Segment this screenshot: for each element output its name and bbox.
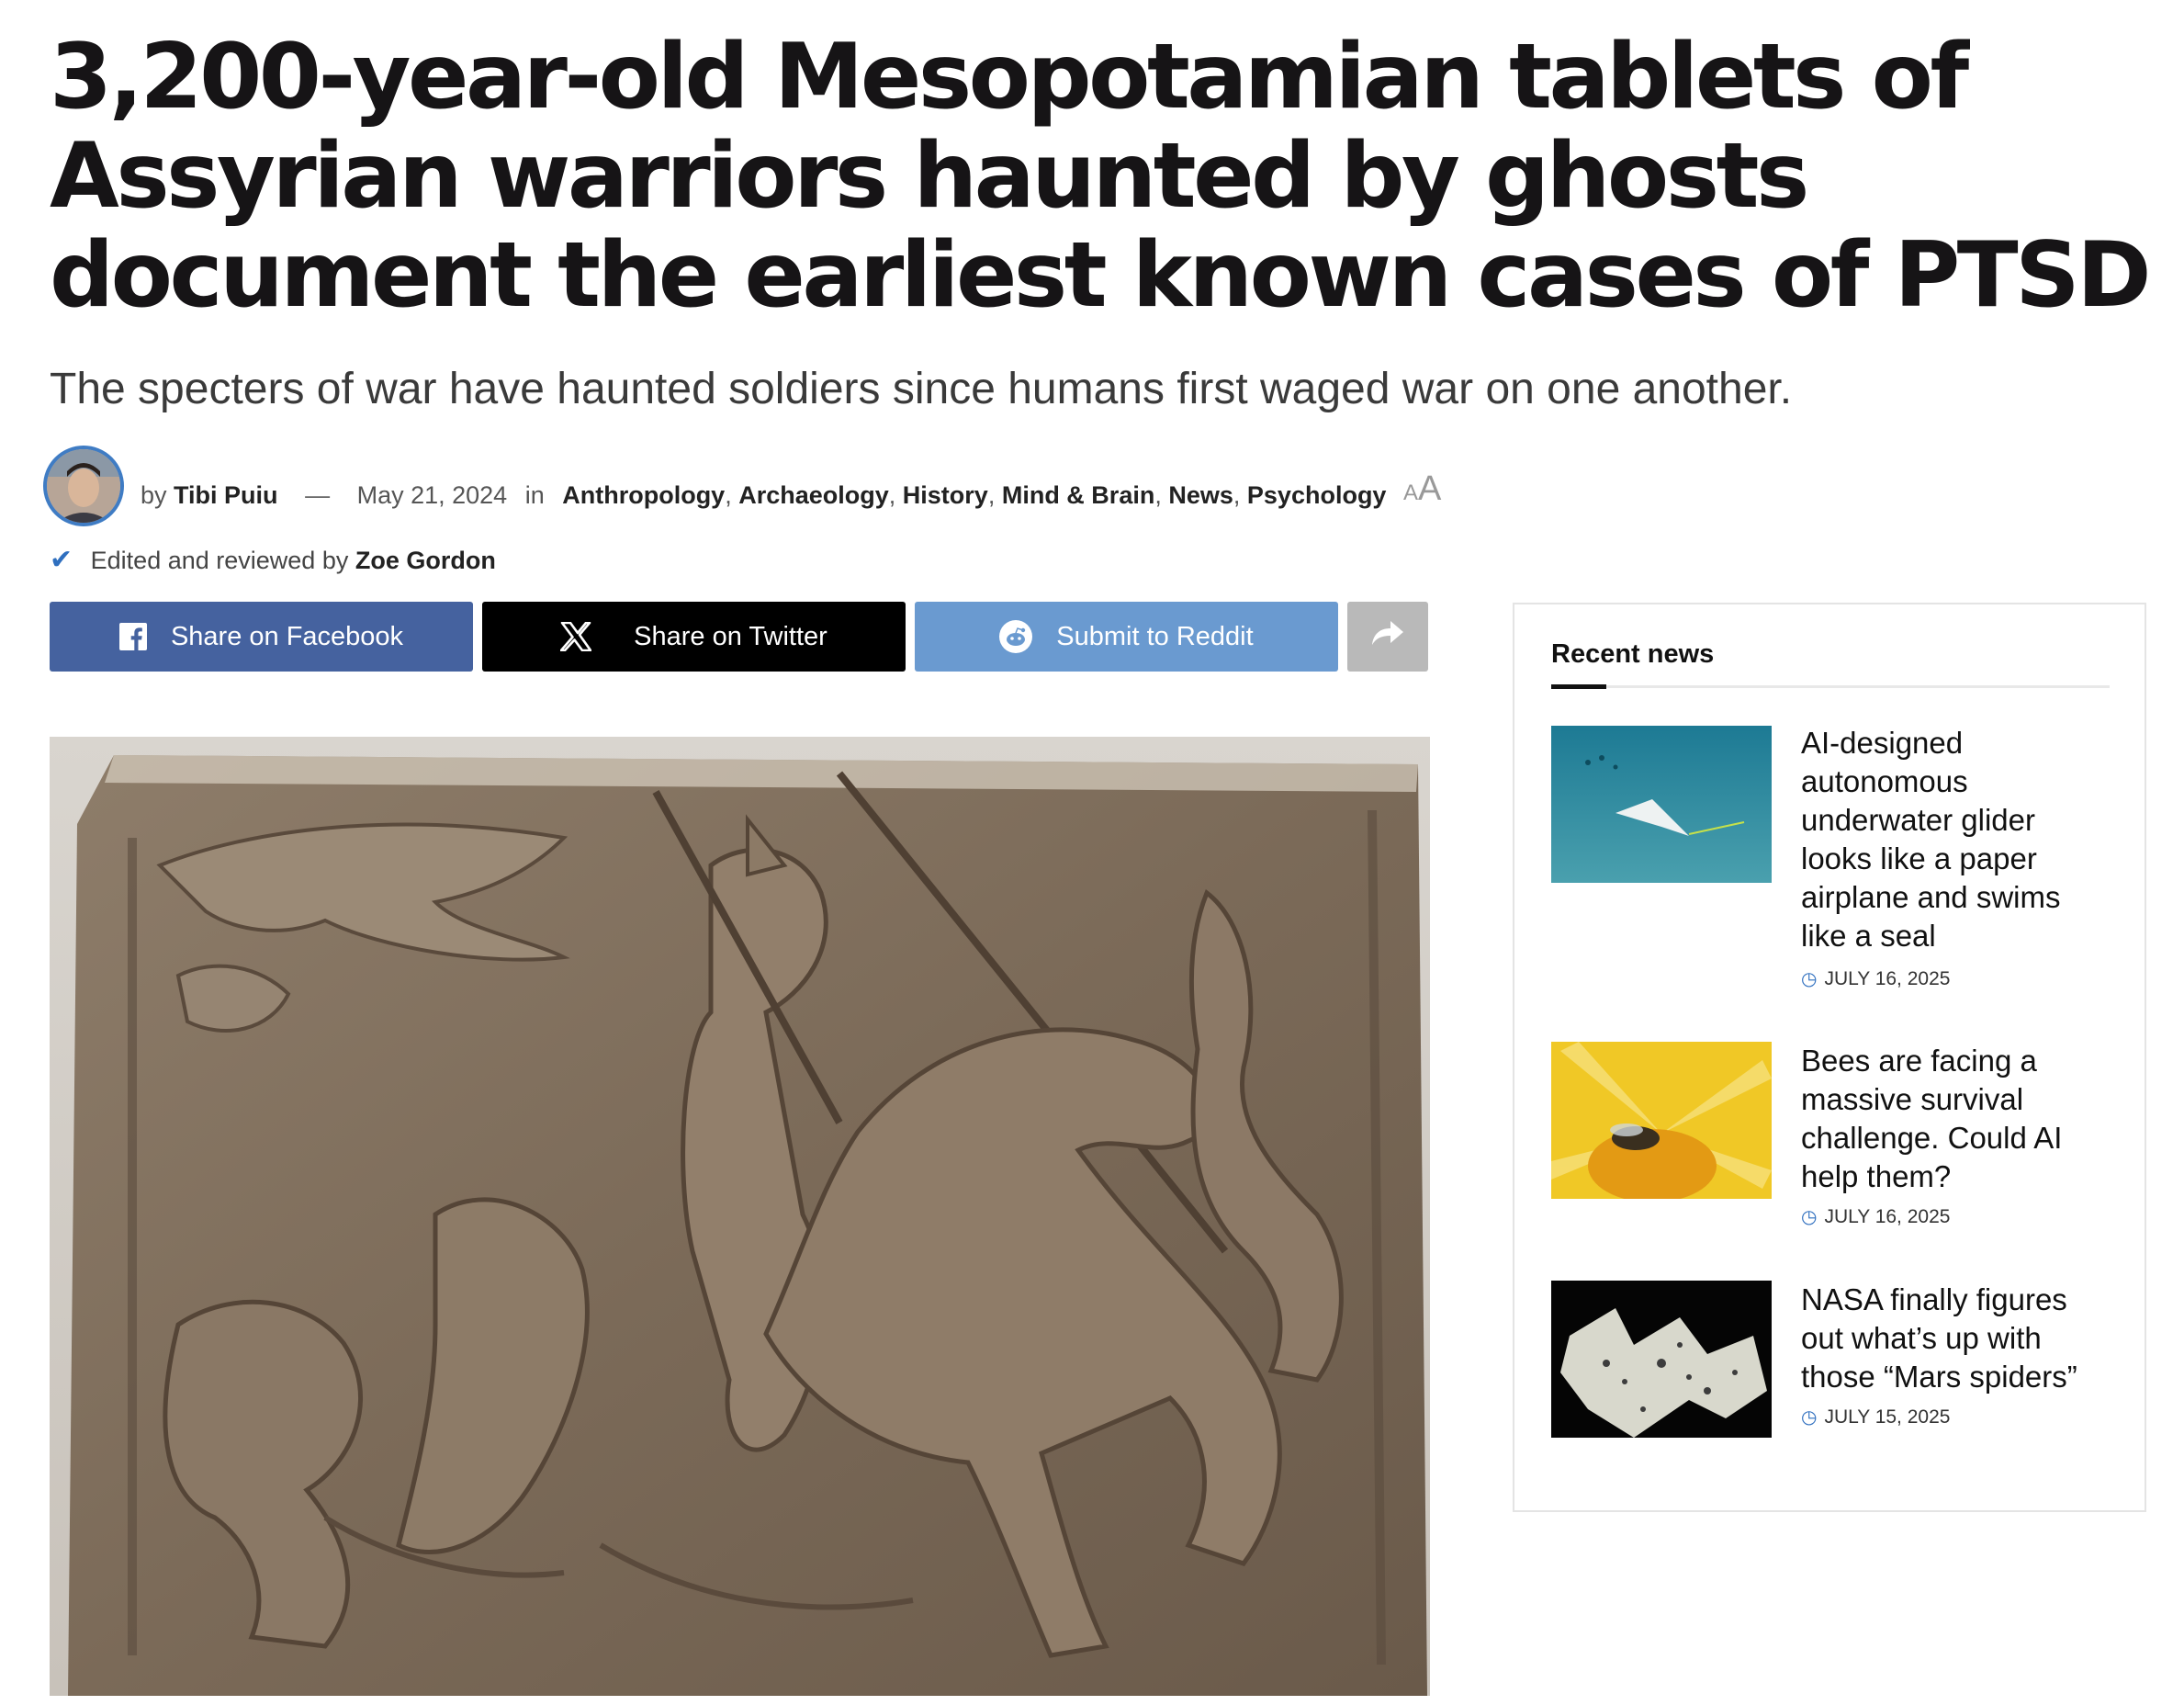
category-link-anthropology[interactable]: Anthropology bbox=[562, 481, 725, 509]
category-link-archaeology[interactable]: Archaeology bbox=[738, 481, 889, 509]
category-link-news[interactable]: News bbox=[1168, 481, 1233, 509]
reviewed-label: Edited and reviewed by bbox=[90, 547, 349, 574]
clock-icon: ◷ bbox=[1801, 1207, 1818, 1227]
recent-news-widget: Recent news AI-designed autonomous under… bbox=[1513, 603, 2146, 1512]
share-facebook-label: Share on Facebook bbox=[170, 621, 404, 651]
more-share-button[interactable] bbox=[1347, 602, 1428, 672]
share-twitter-label: Share on Twitter bbox=[634, 621, 827, 651]
share-twitter-button[interactable]: Share on Twitter bbox=[482, 602, 906, 672]
author-link[interactable]: Tibi Puiu bbox=[174, 481, 278, 509]
heading-divider bbox=[1551, 685, 2110, 688]
submit-reddit-label: Submit to Reddit bbox=[1056, 621, 1254, 651]
news-title-link[interactable]: Bees are facing a massive survival chall… bbox=[1801, 1042, 2104, 1196]
font-size-large-icon: A bbox=[1418, 469, 1442, 508]
news-date: ◷ JULY 16, 2025 bbox=[1801, 965, 1950, 993]
category-comma: , bbox=[1233, 481, 1247, 509]
in-label: in bbox=[524, 481, 545, 509]
submit-reddit-button[interactable]: Submit to Reddit bbox=[915, 602, 1338, 672]
meta-separator: — bbox=[305, 481, 331, 509]
news-title-link[interactable]: NASA finally figures out what’s up with … bbox=[1801, 1281, 2104, 1396]
heading-divider-accent bbox=[1551, 684, 1606, 689]
category-link-mind-brain[interactable]: Mind & Brain bbox=[1002, 481, 1155, 509]
editorial-review-note: ✔ Edited and reviewed by Zoe Gordon bbox=[50, 542, 496, 579]
by-label: by bbox=[141, 481, 167, 509]
news-thumbnail-glider[interactable] bbox=[1551, 726, 1772, 883]
x-logo-icon bbox=[560, 622, 592, 651]
news-date-text: JULY 16, 2025 bbox=[1824, 968, 1951, 989]
news-date: ◷ JULY 16, 2025 bbox=[1801, 1203, 1950, 1231]
news-date: ◷ JULY 15, 2025 bbox=[1801, 1404, 1950, 1431]
news-thumbnail-bee[interactable] bbox=[1551, 1042, 1772, 1199]
font-size-toggle[interactable]: AA bbox=[1403, 469, 1441, 514]
category-list: Anthropology, Archaeology, History, Mind… bbox=[562, 481, 1386, 509]
author-avatar[interactable] bbox=[43, 446, 124, 526]
news-thumbnail-mars[interactable] bbox=[1551, 1281, 1772, 1438]
news-title-link[interactable]: AI-designed autonomous underwater glider… bbox=[1801, 724, 2104, 955]
reddit-icon bbox=[999, 620, 1033, 653]
news-date-text: JULY 16, 2025 bbox=[1824, 1206, 1951, 1227]
category-comma: , bbox=[1154, 481, 1169, 509]
facebook-icon bbox=[118, 623, 147, 650]
share-arrow-icon bbox=[1370, 619, 1405, 654]
clock-icon: ◷ bbox=[1801, 969, 1818, 989]
checkmark-icon: ✔ bbox=[50, 545, 73, 575]
article-subtitle: The specters of war have haunted soldier… bbox=[50, 365, 1793, 413]
clock-icon: ◷ bbox=[1801, 1407, 1818, 1428]
category-link-psychology[interactable]: Psychology bbox=[1247, 481, 1387, 509]
category-comma: , bbox=[725, 481, 739, 509]
article-meta: by Tibi Puiu — May 21, 2024 in Anthropol… bbox=[141, 477, 1386, 514]
news-date-text: JULY 15, 2025 bbox=[1824, 1406, 1951, 1428]
publish-date: May 21, 2024 bbox=[356, 481, 508, 509]
article-headline: 3,200-year-old Mesopotamian tablets of A… bbox=[50, 25, 2152, 328]
share-facebook-button[interactable]: Share on Facebook bbox=[50, 602, 473, 672]
category-comma: , bbox=[888, 481, 903, 509]
article-hero-image bbox=[50, 737, 1430, 1696]
category-link-history[interactable]: History bbox=[903, 481, 988, 509]
reviewer-name[interactable]: Zoe Gordon bbox=[355, 547, 496, 574]
recent-news-heading: Recent news bbox=[1551, 639, 1715, 669]
font-size-small-icon: A bbox=[1403, 480, 1419, 505]
category-comma: , bbox=[987, 481, 1002, 509]
